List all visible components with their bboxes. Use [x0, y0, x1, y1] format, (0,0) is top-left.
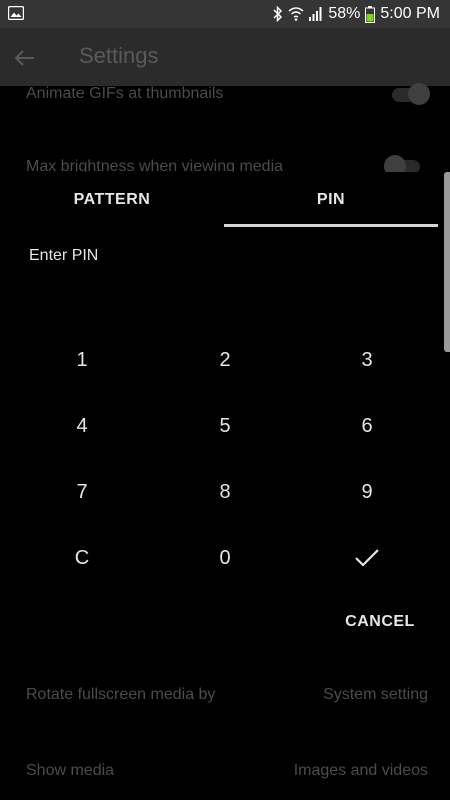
- key-clear[interactable]: C: [32, 533, 132, 583]
- key-9[interactable]: 9: [317, 467, 417, 517]
- setting-value: System setting: [323, 686, 428, 703]
- setting-value: Images and videos: [293, 762, 428, 779]
- image-notification-icon: [8, 6, 24, 20]
- setting-show-media[interactable]: Show media Images and videos: [0, 760, 450, 796]
- battery-icon: [365, 5, 376, 23]
- app-bar: Settings: [0, 28, 450, 86]
- pin-prompt: Enter PIN: [29, 247, 99, 264]
- key-0[interactable]: 0: [175, 533, 275, 583]
- key-4[interactable]: 4: [32, 401, 132, 451]
- key-5[interactable]: 5: [175, 401, 275, 451]
- battery-percent: 58%: [328, 5, 361, 22]
- pin-dialog: PATTERN PIN Enter PIN 1 2 3 4 5 6 7 8 9 …: [0, 172, 442, 662]
- status-bar: 58% 5:00 PM: [0, 0, 450, 28]
- setting-label: Show media: [26, 762, 115, 779]
- key-3[interactable]: 3: [317, 335, 417, 385]
- setting-animate-gifs[interactable]: Animate GIFs at thumbnails: [0, 83, 450, 120]
- scrollbar[interactable]: [444, 172, 450, 352]
- arrow-left-icon[interactable]: [12, 45, 38, 71]
- animate-gifs-toggle[interactable]: [392, 83, 430, 105]
- page-title: Settings: [79, 43, 159, 68]
- tab-pattern[interactable]: PATTERN: [0, 172, 224, 228]
- tab-indicator: [224, 224, 438, 227]
- bluetooth-icon: [273, 6, 283, 22]
- key-6[interactable]: 6: [317, 401, 417, 451]
- setting-label: Rotate fullscreen media by: [26, 686, 216, 703]
- setting-label: Animate GIFs at thumbnails: [26, 85, 224, 102]
- clock: 5:00 PM: [380, 5, 440, 22]
- setting-rotate-fullscreen[interactable]: Rotate fullscreen media by System settin…: [0, 684, 450, 720]
- key-7[interactable]: 7: [32, 467, 132, 517]
- tab-bar: PATTERN PIN: [0, 172, 442, 228]
- key-8[interactable]: 8: [175, 467, 275, 517]
- key-1[interactable]: 1: [32, 335, 132, 385]
- tab-pin[interactable]: PIN: [224, 172, 438, 228]
- cancel-button[interactable]: CANCEL: [338, 608, 422, 636]
- wifi-icon: [288, 7, 304, 21]
- signal-icon: [309, 7, 322, 21]
- checkmark-icon: [355, 549, 379, 567]
- confirm-key[interactable]: [317, 533, 417, 583]
- key-2[interactable]: 2: [175, 335, 275, 385]
